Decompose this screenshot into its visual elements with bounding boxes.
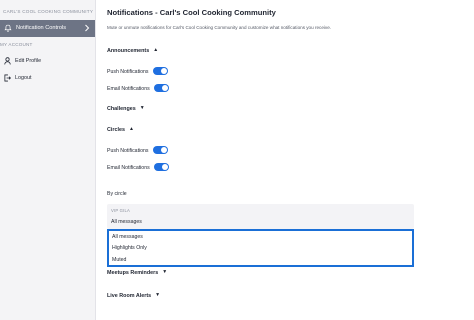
sidebar-item-label: Logout [15, 75, 32, 81]
circles-toggle-section[interactable]: Circles ▲ [107, 126, 134, 133]
announcements-email-row: Email Notifications [107, 84, 307, 94]
live-room-alerts-toggle-section[interactable]: Live Room Alerts ▼ [107, 292, 160, 299]
sidebar: CARL'S COOL COOKING COMMUNITY Notificati… [0, 0, 96, 320]
by-circle-label: By circle [107, 191, 127, 197]
dropdown-option-muted[interactable]: Muted [112, 257, 126, 263]
sidebar-item-edit-profile[interactable]: Edit Profile [4, 57, 92, 67]
chevron-down-icon: ▼ [139, 105, 145, 111]
announcements-toggle-section[interactable]: Announcements ▲ [107, 47, 158, 54]
circle-notification-select[interactable]: VIP GILA All messages [107, 204, 414, 229]
circle-notification-dropdown: All messages Highlights Only Muted [107, 229, 414, 267]
circles-push-row: Push Notifications [107, 146, 307, 156]
bell-icon [4, 24, 12, 32]
section-label: Circles [107, 127, 125, 133]
chevron-up-icon: ▲ [128, 126, 134, 132]
chevron-up-icon: ▲ [153, 47, 159, 53]
circles-email-row: Email Notifications [107, 163, 307, 173]
chevron-down-icon: ▼ [155, 292, 161, 298]
page-title: Notifications - Carl's Cool Cooking Comm… [107, 8, 276, 17]
announcements-push-row: Push Notifications [107, 67, 307, 77]
dropdown-option-all-messages[interactable]: All messages [112, 234, 143, 240]
section-label: Meetups Reminders [107, 270, 159, 276]
circles-push-toggle[interactable] [153, 146, 168, 154]
my-account-section-label: MY ACCOUNT [0, 42, 33, 47]
sidebar-item-notification-controls[interactable]: Notification Controls [0, 20, 95, 37]
community-name: CARL'S COOL COOKING COMMUNITY [3, 9, 94, 14]
circles-email-toggle[interactable] [154, 163, 169, 171]
announcements-push-toggle[interactable] [153, 67, 168, 75]
chevron-down-icon: ▼ [162, 269, 168, 275]
section-label: Challenges [107, 106, 136, 112]
push-notifications-label: Push Notifications [107, 69, 149, 75]
select-current-value: All messages [111, 219, 142, 225]
sidebar-item-label: Notification Controls [16, 25, 67, 31]
sidebar-item-label: Edit Profile [15, 58, 42, 64]
email-notifications-label: Email Notifications [107, 165, 150, 171]
section-label: Live Room Alerts [107, 293, 152, 299]
meetups-reminders-toggle-section[interactable]: Meetups Reminders ▼ [107, 269, 167, 276]
logout-icon [4, 74, 11, 82]
push-notifications-label: Push Notifications [107, 148, 149, 154]
challenges-toggle-section[interactable]: Challenges ▼ [107, 105, 145, 112]
announcements-email-toggle[interactable] [154, 84, 169, 92]
section-label: Announcements [107, 48, 150, 54]
chevron-right-icon [85, 24, 90, 32]
dropdown-option-highlights-only[interactable]: Highlights Only [112, 245, 147, 251]
sidebar-item-logout[interactable]: Logout [4, 74, 92, 84]
page-description: Mute or unmute notifications for Carl's … [107, 25, 332, 30]
circle-group-label: VIP GILA [111, 208, 130, 213]
user-icon [4, 57, 11, 65]
main-content: Notifications - Carl's Cool Cooking Comm… [96, 0, 474, 320]
email-notifications-label: Email Notifications [107, 86, 150, 92]
